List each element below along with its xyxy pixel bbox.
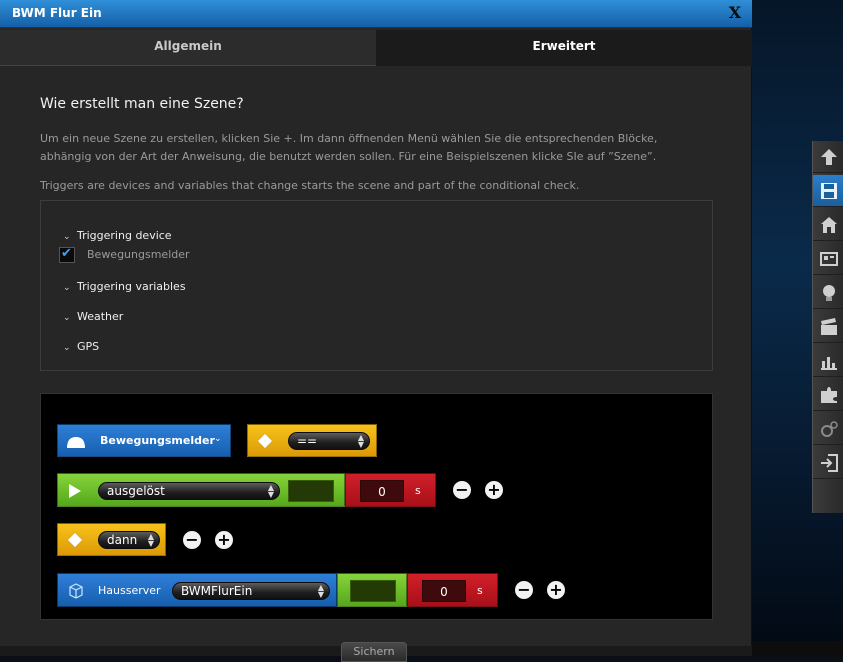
state-extra-field[interactable] xyxy=(288,480,334,502)
checkmark-icon: ✔ xyxy=(61,246,72,261)
help-paragraph: Um ein neue Szene zu erstellen, klicken … xyxy=(40,130,710,166)
chevron-down-icon: ⌄ xyxy=(63,283,71,293)
section-gps[interactable]: ⌄ GPS xyxy=(63,340,99,353)
action-delay-input[interactable]: 0 xyxy=(422,580,466,602)
puzzle-icon xyxy=(821,387,837,403)
updown-arrow-icon: ▲ ▼ xyxy=(357,433,364,449)
devices-icon xyxy=(820,252,838,266)
tool-plugins[interactable] xyxy=(813,379,843,411)
side-toolbar xyxy=(812,141,843,513)
tool-scenes[interactable] xyxy=(813,311,843,343)
device-checkbox[interactable]: ✔ xyxy=(59,246,75,263)
logout-icon xyxy=(821,454,838,472)
add-button[interactable]: + xyxy=(547,581,565,599)
desktop-bottom xyxy=(752,641,843,656)
condition-diamond-icon xyxy=(67,532,83,548)
trigger-panel: ⌄ Triggering device ✔ Bewegungsmelder ⌄ Tr… xyxy=(40,200,713,371)
delay-unit: s xyxy=(415,484,421,497)
sensor-icon xyxy=(67,437,85,448)
tab-allgemein[interactable]: Allgemein xyxy=(0,30,376,66)
lightbulb-icon xyxy=(823,285,835,301)
triggers-note: Triggers are devices and variables that … xyxy=(40,179,580,192)
close-button[interactable]: X xyxy=(726,4,744,22)
section-triggering-device[interactable]: ⌄ Triggering device xyxy=(63,229,172,242)
delay-block: 0 s xyxy=(345,473,436,507)
tool-devices[interactable] xyxy=(813,243,843,275)
scene-dialog: BWM Flur Ein X Allgemein Erweitert Wie e… xyxy=(0,0,752,662)
target-select[interactable]: BWMFlurEin ▲ ▼ xyxy=(172,582,330,600)
titlebar: BWM Flur Ein X xyxy=(0,0,752,28)
cube-icon xyxy=(69,583,83,599)
remove-button[interactable]: − xyxy=(183,531,201,549)
delay-input[interactable]: 0 xyxy=(360,480,404,502)
remove-button[interactable]: − xyxy=(453,481,471,499)
action-delay-unit: s xyxy=(477,584,483,597)
arrow-up-icon xyxy=(821,149,837,165)
state-select[interactable]: ausgelöst ▲ ▼ xyxy=(98,482,280,500)
tool-save[interactable] xyxy=(813,175,843,207)
then-block[interactable]: dann ▲ ▼ xyxy=(57,523,166,556)
updown-arrow-icon: ▲ ▼ xyxy=(147,532,154,548)
gear-icon xyxy=(821,421,838,437)
add-button[interactable]: + xyxy=(215,531,233,549)
chevron-down-icon: ⌄ xyxy=(63,343,71,353)
tab-bar: Allgemein Erweitert xyxy=(0,30,752,66)
action-value-field[interactable] xyxy=(350,580,396,602)
action-device-label: Hausserver xyxy=(98,584,161,597)
window-title: BWM Flur Ein xyxy=(12,6,102,20)
tool-home[interactable] xyxy=(813,209,843,241)
condition-block[interactable]: == ▲ ▼ xyxy=(247,424,377,457)
add-button[interactable]: + xyxy=(485,481,503,499)
target-value: BWMFlurEin xyxy=(181,584,253,598)
condition-diamond-icon xyxy=(257,433,273,449)
chevron-down-icon: ⌄ xyxy=(63,232,71,242)
bar-chart-icon xyxy=(821,357,837,370)
chevron-down-icon: ⌄ xyxy=(63,313,71,323)
state-block[interactable]: ausgelöst ▲ ▼ xyxy=(57,473,345,507)
tool-statistics[interactable] xyxy=(813,345,843,377)
help-heading: Wie erstellt man eine Szene? xyxy=(40,96,244,112)
save-button[interactable]: Sichern xyxy=(341,642,407,662)
chevron-down-icon: ⌄ xyxy=(214,434,222,444)
floppy-disk-icon xyxy=(821,183,837,199)
operator-select[interactable]: == ▲ ▼ xyxy=(288,432,370,450)
scene-editor: Bewegungsmelder ⌄ == ▲ ▼ ausgelöst ▲ ▼ 0 s… xyxy=(40,393,713,620)
section-weather[interactable]: ⌄ Weather xyxy=(63,310,123,323)
then-select[interactable]: dann ▲ ▼ xyxy=(98,531,160,549)
tool-logout[interactable] xyxy=(813,447,843,479)
updown-arrow-icon: ▲ ▼ xyxy=(317,583,324,599)
updown-arrow-icon: ▲ ▼ xyxy=(267,483,274,499)
then-value: dann xyxy=(107,533,138,547)
help-paragraph-line1: Um ein neue Szene zu erstellen, klicken … xyxy=(40,132,658,145)
section-triggering-variables[interactable]: ⌄ Triggering variables xyxy=(63,280,186,293)
tool-settings[interactable] xyxy=(813,413,843,445)
state-value: ausgelöst xyxy=(107,484,165,498)
action-block[interactable]: Hausserver BWMFlurEin ▲ ▼ xyxy=(57,573,337,607)
home-icon xyxy=(821,217,837,233)
device-block-label: Bewegungsmelder xyxy=(100,434,215,447)
clapperboard-icon xyxy=(821,318,837,335)
help-paragraph-line2: abhängig von der Art der Anweisung, die … xyxy=(40,150,657,163)
tool-light[interactable] xyxy=(813,277,843,309)
play-icon xyxy=(69,484,81,498)
remove-button[interactable]: − xyxy=(515,581,533,599)
action-delay-block: 0 s xyxy=(407,573,498,607)
tab-erweitert[interactable]: Erweitert xyxy=(376,30,752,66)
operator-value: == xyxy=(297,434,318,448)
tool-upload[interactable] xyxy=(813,141,843,173)
device-block-bewegungsmelder[interactable]: Bewegungsmelder ⌄ xyxy=(57,424,231,457)
action-value-block xyxy=(337,573,407,607)
